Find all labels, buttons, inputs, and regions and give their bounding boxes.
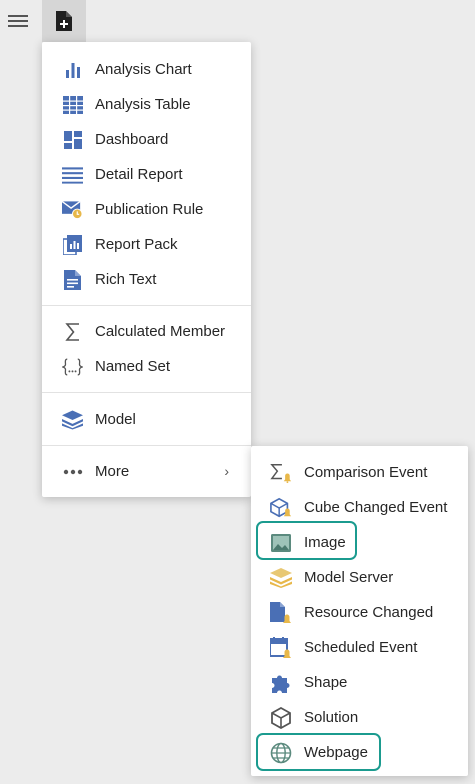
webpage-highlight-outline [256, 733, 381, 771]
list-lines-icon [62, 164, 83, 185]
chevron-right-icon: › [224, 463, 229, 479]
menu-item-publication-rule[interactable]: Publication Rule [42, 192, 251, 227]
submenu-item-label: Solution [304, 709, 359, 726]
submenu-item-label: Cube Changed Event [304, 499, 448, 516]
submenu-item-model-server[interactable]: Model Server [251, 560, 468, 595]
submenu-item-solution[interactable]: Solution [251, 700, 468, 735]
menu-item-label: Calculated Member [95, 323, 226, 340]
hamburger-menu-icon[interactable] [8, 12, 32, 32]
menu-item-label: Report Pack [95, 236, 178, 253]
submenu-item-label: Scheduled Event [304, 639, 418, 656]
menu-divider [42, 445, 251, 446]
layers-icon [62, 409, 83, 430]
menu-item-label: Analysis Table [95, 96, 191, 113]
menu-item-label: Detail Report [95, 166, 183, 183]
sigma-bell-icon [270, 462, 292, 484]
image-highlight-outline [256, 521, 357, 560]
submenu-item-comparison-event[interactable]: Comparison Event [251, 455, 468, 490]
report-pack-icon [62, 234, 83, 255]
new-document-icon [56, 11, 72, 31]
submenu-item-scheduled-event[interactable]: Scheduled Event [251, 630, 468, 665]
resource-bell-icon [270, 602, 292, 624]
puzzle-icon [270, 672, 292, 694]
box-icon [270, 707, 292, 729]
document-text-icon [62, 269, 83, 290]
calendar-bell-icon [270, 637, 292, 659]
submenu-item-label: Comparison Event [304, 464, 428, 481]
model-server-icon [270, 567, 292, 589]
submenu-item-resource-changed[interactable]: Resource Changed [251, 595, 468, 630]
menu-item-label: Model [95, 411, 136, 428]
submenu-item-cube-changed-event[interactable]: Cube Changed Event [251, 490, 468, 525]
ellipsis-icon [62, 461, 83, 482]
submenu-item-label: Resource Changed [304, 604, 434, 621]
menu-item-label: Analysis Chart [95, 61, 192, 78]
mail-clock-icon [62, 199, 83, 220]
menu-item-label: More [95, 463, 130, 480]
dashboard-icon [62, 129, 83, 150]
more-submenu: Comparison Event Cube Changed Event Imag… [251, 446, 468, 776]
menu-divider [42, 392, 251, 393]
bar-chart-icon [62, 59, 83, 80]
submenu-item-label: Model Server [304, 569, 394, 586]
submenu-item-shape[interactable]: Shape [251, 665, 468, 700]
menu-item-rich-text[interactable]: Rich Text [42, 262, 251, 297]
menu-item-report-pack[interactable]: Report Pack [42, 227, 251, 262]
menu-item-model[interactable]: Model [42, 402, 251, 437]
new-item-button[interactable] [42, 0, 86, 42]
menu-item-label: Named Set [95, 358, 171, 375]
sigma-icon [62, 321, 83, 342]
menu-item-calculated-member[interactable]: Calculated Member [42, 314, 251, 349]
menu-item-analysis-table[interactable]: Analysis Table [42, 87, 251, 122]
cube-bell-icon [270, 497, 292, 519]
menu-item-more[interactable]: More › [42, 454, 251, 489]
braces-icon [62, 356, 83, 377]
new-item-menu: Analysis Chart Analysis Table Dashboard … [42, 42, 251, 497]
menu-item-label: Rich Text [95, 271, 157, 288]
menu-item-detail-report[interactable]: Detail Report [42, 157, 251, 192]
menu-item-named-set[interactable]: Named Set [42, 349, 251, 384]
menu-item-label: Dashboard [95, 131, 169, 148]
menu-item-analysis-chart[interactable]: Analysis Chart [42, 52, 251, 87]
menu-item-dashboard[interactable]: Dashboard [42, 122, 251, 157]
table-grid-icon [62, 94, 83, 115]
menu-item-label: Publication Rule [95, 201, 204, 218]
submenu-item-label: Shape [304, 674, 348, 691]
menu-divider [42, 305, 251, 306]
